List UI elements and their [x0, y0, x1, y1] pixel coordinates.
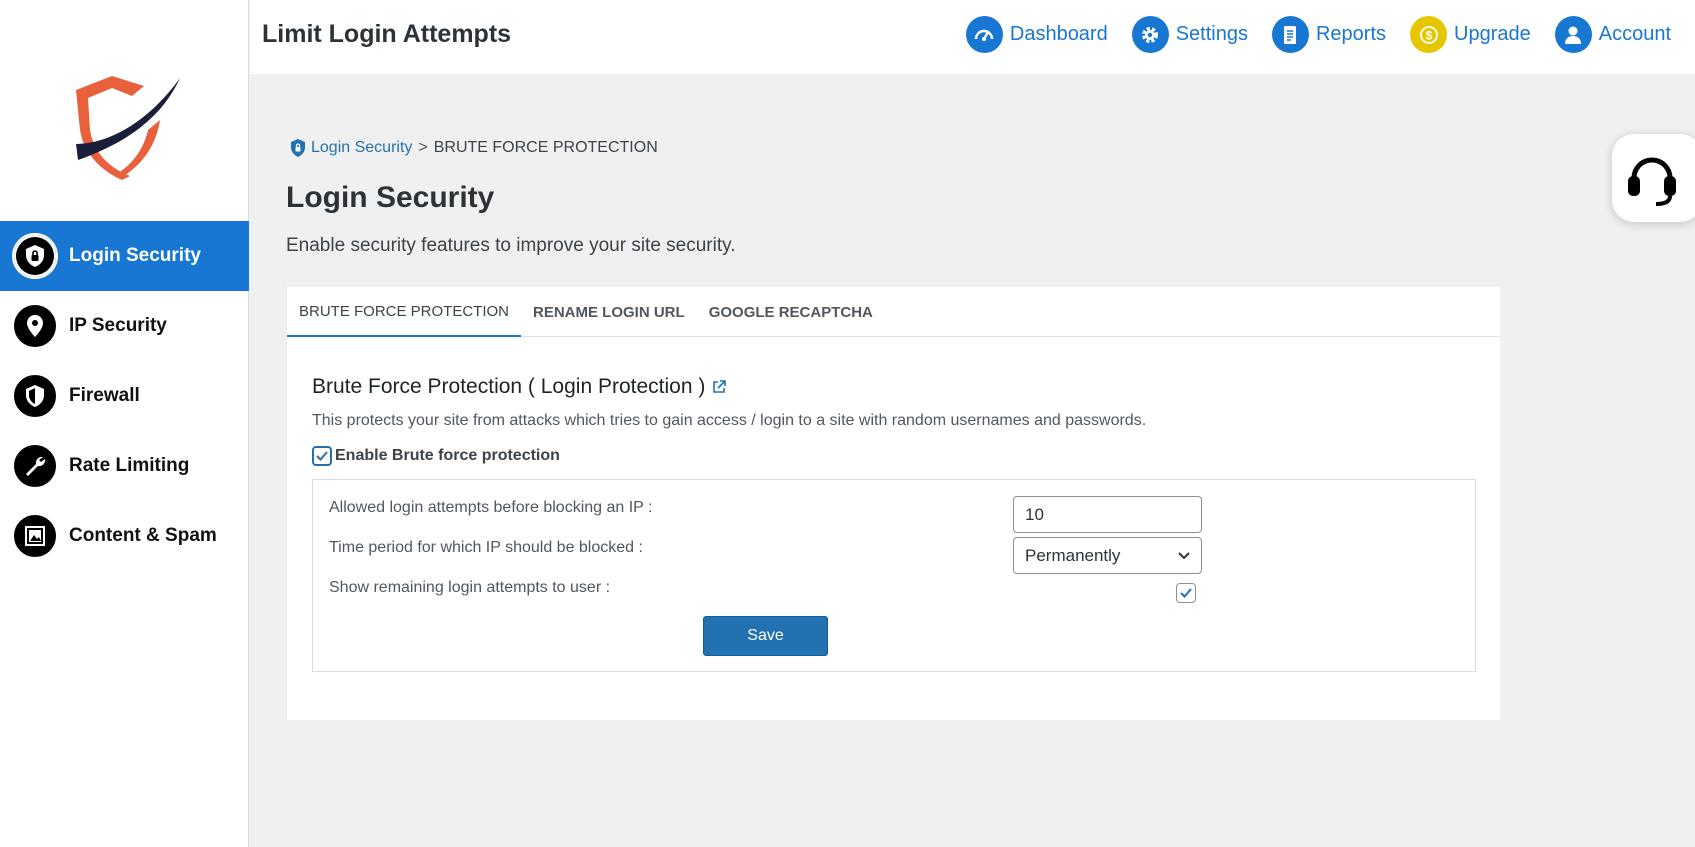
sidebar: Login Security IP Security Firewall Rate… [0, 0, 249, 847]
shield-icon [12, 373, 58, 419]
show-remaining-label: Show remaining login attempts to user : [329, 579, 611, 596]
tab-bar: BRUTE FORCE PROTECTION RENAME LOGIN URL … [287, 287, 1500, 337]
brute-force-settings: Allowed login attempts before blocking a… [312, 479, 1476, 672]
nav-label: Upgrade [1454, 23, 1531, 45]
page-subtitle: Enable security features to improve your… [286, 235, 736, 256]
nav-account[interactable]: Account [1554, 16, 1671, 53]
user-icon [1554, 16, 1592, 53]
attempts-label: Allowed login attempts before blocking a… [329, 499, 653, 516]
nav-reports[interactable]: Reports [1271, 16, 1387, 53]
top-nav: Dashboard Settings Reports $ Upgrade Acc… [965, 16, 1695, 53]
sidebar-item-label: Firewall [69, 385, 140, 406]
app-title: Limit Login Attempts [262, 20, 512, 48]
sidebar-nav: Login Security IP Security Firewall Rate… [0, 221, 249, 571]
tab-brute-force-protection[interactable]: BRUTE FORCE PROTECTION [287, 287, 522, 337]
nav-label: Account [1598, 23, 1671, 45]
sidebar-item-firewall[interactable]: Firewall [0, 361, 249, 431]
section-title: Brute Force Protection ( Login Protectio… [312, 375, 727, 399]
nav-label: Settings [1175, 23, 1248, 45]
save-button[interactable]: Save [703, 616, 828, 656]
sidebar-item-label: Login Security [69, 245, 201, 266]
breadcrumb-current: BRUTE FORCE PROTECTION [433, 139, 658, 156]
nav-upgrade[interactable]: $ Upgrade [1410, 16, 1531, 53]
sidebar-item-login-security[interactable]: Login Security [0, 221, 249, 291]
tab-label: RENAME LOGIN URL [533, 303, 685, 321]
breadcrumb: Login Security > BRUTE FORCE PROTECTION [289, 138, 658, 158]
top-bar: Limit Login Attempts Dashboard Settings … [250, 0, 1695, 74]
location-pin-icon [12, 303, 58, 349]
block-period-value: Permanently [1025, 545, 1121, 565]
image-frame-icon [12, 513, 58, 559]
nav-label: Reports [1315, 23, 1387, 45]
breadcrumb-separator: > [418, 139, 428, 156]
dashboard-icon [965, 16, 1003, 53]
tab-label: BRUTE FORCE PROTECTION [299, 302, 510, 320]
breadcrumb-link[interactable]: Login Security [311, 139, 412, 157]
show-remaining-checkbox[interactable] [1176, 583, 1196, 603]
tab-label: GOOGLE RECAPTCHA [708, 303, 873, 321]
shield-lock-icon [12, 233, 58, 279]
sidebar-item-label: Rate Limiting [69, 455, 190, 476]
tab-rename-login-url[interactable]: RENAME LOGIN URL [521, 287, 697, 337]
nav-label: Dashboard [1009, 23, 1108, 45]
enable-brute-force-row: Enable Brute force protection [312, 446, 560, 466]
document-icon [1271, 16, 1309, 53]
chevron-down-icon [1178, 551, 1190, 559]
sidebar-item-rate-limiting[interactable]: Rate Limiting [0, 431, 249, 501]
enable-brute-force-label: Enable Brute force protection [335, 447, 560, 464]
checkmark-icon [316, 451, 328, 461]
checkmark-icon [1180, 588, 1192, 598]
attempts-input[interactable] [1013, 496, 1202, 533]
support-button[interactable] [1612, 134, 1695, 222]
shield-lock-icon [291, 139, 305, 157]
settings-panel: BRUTE FORCE PROTECTION RENAME LOGIN URL … [287, 287, 1500, 720]
wrench-icon [12, 443, 58, 489]
logo [76, 76, 180, 180]
headset-icon [1628, 157, 1676, 206]
tab-google-recaptcha[interactable]: GOOGLE RECAPTCHA [697, 287, 885, 337]
nav-settings[interactable]: Settings [1131, 16, 1248, 53]
page-title: Login Security [286, 181, 495, 214]
sidebar-item-ip-security[interactable]: IP Security [0, 291, 249, 361]
external-link-icon[interactable] [711, 379, 727, 395]
section-description: This protects your site from attacks whi… [312, 412, 1147, 429]
sidebar-item-content-spam[interactable]: Content & Spam [0, 501, 249, 571]
nav-dashboard[interactable]: Dashboard [965, 16, 1108, 53]
block-period-select[interactable]: Permanently [1013, 537, 1202, 574]
enable-brute-force-checkbox[interactable] [312, 446, 332, 466]
sidebar-item-label: IP Security [69, 315, 167, 336]
sidebar-item-label: Content & Spam [69, 525, 217, 546]
svg-text:$: $ [1425, 28, 1432, 42]
gear-icon [1131, 16, 1169, 53]
block-period-label: Time period for which IP should be block… [329, 539, 643, 556]
section-title-text: Brute Force Protection ( Login Protectio… [312, 375, 706, 398]
dollar-icon: $ [1410, 16, 1448, 53]
